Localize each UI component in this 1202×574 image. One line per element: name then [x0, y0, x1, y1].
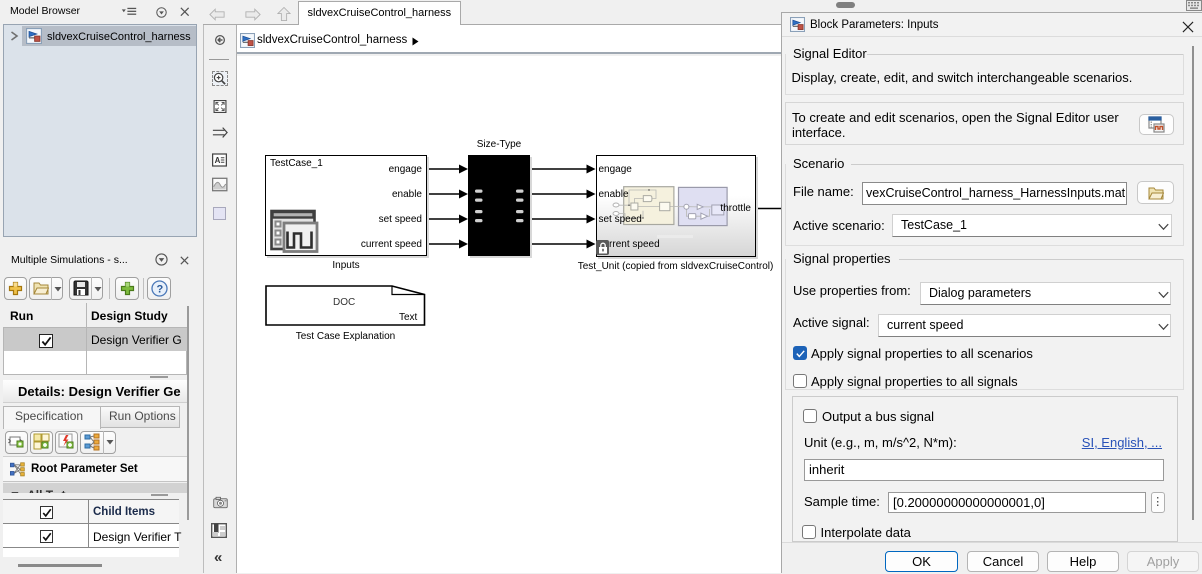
svg-text:A: A — [215, 156, 221, 165]
svg-text:?: ? — [157, 284, 164, 296]
